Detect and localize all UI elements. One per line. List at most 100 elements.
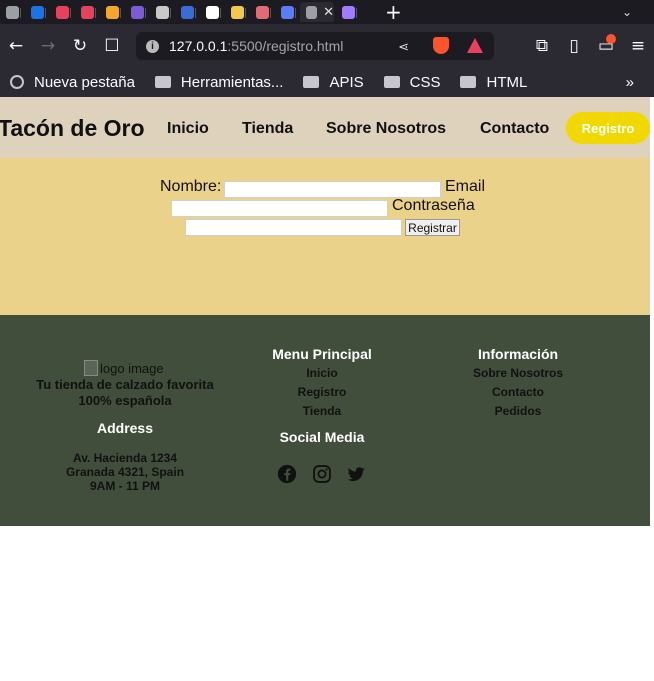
browser-tab[interactable] xyxy=(275,2,298,22)
tab-separator xyxy=(145,8,146,18)
address-bar[interactable]: i 127.0.0.1:5500/registro.html ⋖ xyxy=(136,32,494,60)
footer-link-tienda[interactable]: Tienda xyxy=(242,404,402,418)
tab-favicon-icon xyxy=(342,5,355,19)
tab-separator xyxy=(245,8,246,18)
footer-link-inicio[interactable]: Inicio xyxy=(242,366,402,380)
back-button[interactable]: ← xyxy=(0,36,32,56)
tab-list-chevron-icon[interactable]: ⌄ xyxy=(622,5,632,19)
bookmarks-bar: Nueva pestaña Herramientas... APIS CSS H… xyxy=(0,67,654,97)
tab-separator xyxy=(220,8,221,18)
tab-favicon-icon xyxy=(106,5,119,19)
bookmark-nueva-pestana[interactable]: Nueva pestaña xyxy=(10,74,135,91)
browser-tab[interactable] xyxy=(125,2,148,22)
browser-tab[interactable] xyxy=(175,2,198,22)
browser-tab[interactable] xyxy=(200,2,223,22)
tab-favicon-icon xyxy=(56,5,69,19)
browser-tab[interactable] xyxy=(336,2,359,22)
email-input[interactable] xyxy=(171,200,388,217)
tab-favicon-icon xyxy=(181,5,194,19)
tab-favicon-icon xyxy=(6,5,19,19)
browser-tab[interactable] xyxy=(225,2,248,22)
folder-icon xyxy=(383,76,400,88)
register-button[interactable]: Registro xyxy=(566,112,650,144)
tab-favicon-icon xyxy=(81,5,94,19)
footer-link-pedidos[interactable]: Pedidos xyxy=(438,404,598,418)
tab-favicon-icon xyxy=(206,5,219,19)
url-text: 127.0.0.1:5500/registro.html xyxy=(169,38,344,54)
notification-dot xyxy=(606,33,616,44)
bookmark-html[interactable]: HTML xyxy=(460,74,527,91)
address-line-2: Granada 4321, Spain xyxy=(65,465,185,479)
browser-tab-bar: ✕ + ⌄ xyxy=(0,0,654,24)
bookmark-herramientas[interactable]: Herramientas... xyxy=(154,74,283,91)
address-heading: Address xyxy=(96,420,154,436)
facebook-icon[interactable] xyxy=(277,464,297,484)
tab-separator xyxy=(170,8,171,18)
folder-icon xyxy=(303,76,320,88)
nav-link-tienda[interactable]: Tienda xyxy=(242,120,293,138)
tab-favicon-icon xyxy=(231,5,244,19)
browser-tab[interactable] xyxy=(100,2,123,22)
forward-button[interactable]: → xyxy=(32,36,64,56)
web-page: Tacón de Oro Inicio Tienda Sobre Nosotro… xyxy=(0,97,650,681)
browser-tab[interactable] xyxy=(75,2,98,22)
nombre-input[interactable] xyxy=(224,181,441,198)
share-icon[interactable]: ⋖ xyxy=(398,39,409,55)
site-navbar: Tacón de Oro Inicio Tienda Sobre Nosotro… xyxy=(0,97,650,158)
browser-tab[interactable] xyxy=(150,2,173,22)
folder-icon xyxy=(460,76,477,88)
tab-favicon-icon xyxy=(156,5,169,19)
sidebar-icon[interactable]: ▯ xyxy=(558,36,590,56)
browser-tab[interactable] xyxy=(50,2,73,22)
site-footer: logo image Tu tienda de calzado favorita… xyxy=(0,315,650,526)
footer-link-sobre-nosotros[interactable]: Sobre Nosotros xyxy=(438,366,598,380)
bookmarks-overflow-button[interactable]: » xyxy=(626,74,634,91)
tab-favicon-icon xyxy=(131,5,144,19)
reload-button[interactable]: ↻ xyxy=(64,36,96,56)
social-media-heading: Social Media xyxy=(279,429,365,445)
tab-favicon-icon xyxy=(281,5,294,19)
tab-separator xyxy=(356,8,357,18)
browser-tab[interactable] xyxy=(25,2,48,22)
tab-favicon-icon xyxy=(31,5,44,19)
browser-tab[interactable] xyxy=(250,2,273,22)
footer-tagline-2: 100% española xyxy=(78,393,172,408)
nav-link-inicio[interactable]: Inicio xyxy=(167,120,209,138)
password-label: Contraseña xyxy=(392,197,475,214)
menu-principal-heading: Menu Principal xyxy=(272,346,372,362)
instagram-icon[interactable] xyxy=(312,464,332,484)
submit-button[interactable]: Registrar xyxy=(405,219,460,236)
nombre-label: Nombre: xyxy=(160,178,222,195)
globe-icon xyxy=(10,75,24,89)
twitter-icon[interactable] xyxy=(346,464,366,484)
address-line-1: Av. Hacienda 1234 xyxy=(72,451,178,465)
password-input[interactable] xyxy=(185,219,402,236)
menu-icon[interactable]: ≡ xyxy=(622,36,654,56)
logo-image: logo image xyxy=(84,360,164,376)
wallet-icon[interactable]: ▭ xyxy=(590,33,622,56)
bookmark-icon[interactable]: ☐ xyxy=(96,36,128,56)
brand-logo[interactable]: Tacón de Oro xyxy=(0,115,145,142)
bookmark-apis[interactable]: APIS xyxy=(303,74,364,91)
bookmark-css[interactable]: CSS xyxy=(383,74,440,91)
nav-link-contacto[interactable]: Contacto xyxy=(480,120,549,138)
new-tab-button[interactable]: + xyxy=(385,0,402,24)
registration-form: Nombre: Email Contraseña Registrar xyxy=(0,158,650,315)
nav-link-sobre-nosotros[interactable]: Sobre Nosotros xyxy=(326,120,446,138)
informacion-heading: Información xyxy=(477,346,559,362)
footer-link-registro[interactable]: Registro xyxy=(242,385,402,399)
brave-shields-icon[interactable] xyxy=(433,37,449,54)
tab-close-icon[interactable]: ✕ xyxy=(323,5,334,20)
brave-rewards-icon[interactable] xyxy=(467,38,483,53)
browser-tab[interactable]: ✕ xyxy=(300,2,334,22)
opening-hours: 9AM - 11 PM xyxy=(89,479,161,493)
extensions-icon[interactable]: ⧉ xyxy=(526,36,558,56)
tab-separator xyxy=(70,8,71,18)
folder-icon xyxy=(154,76,171,88)
tab-separator xyxy=(95,8,96,18)
footer-link-contacto[interactable]: Contacto xyxy=(438,385,598,399)
tab-separator xyxy=(20,8,21,18)
tab-separator xyxy=(195,8,196,18)
browser-tab[interactable] xyxy=(0,2,23,22)
info-icon[interactable]: i xyxy=(146,39,159,53)
